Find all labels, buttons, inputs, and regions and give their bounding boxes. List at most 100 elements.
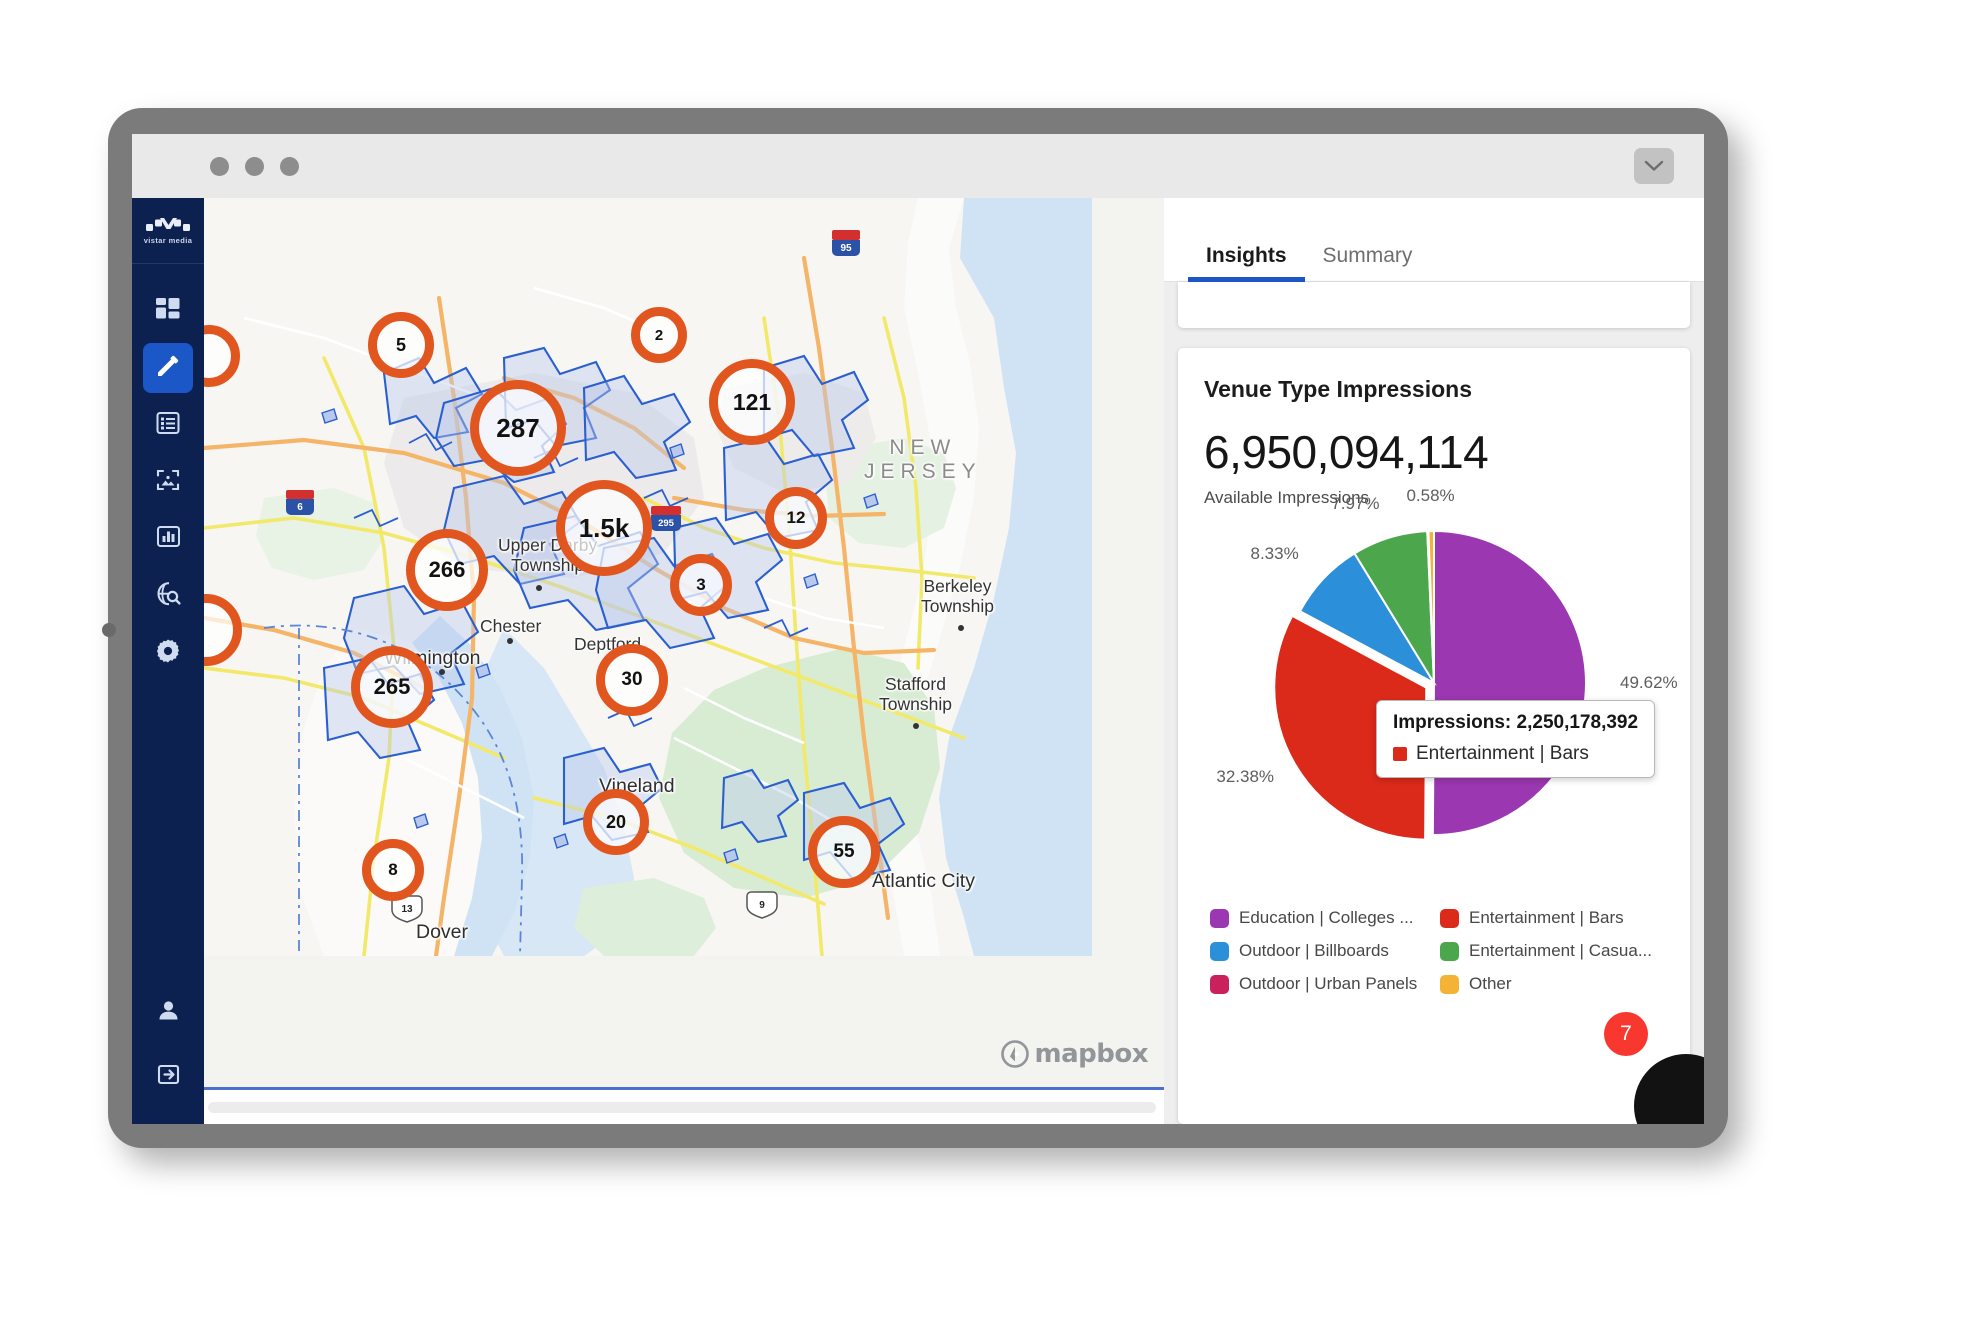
tab-insights[interactable]: Insights [1188,244,1305,282]
application-body: vistar media 95 6 295 13 9 NEW JERSEY Up… [132,198,1704,1124]
bar-chart-icon [156,524,181,554]
chevron-down-icon[interactable] [1634,148,1674,184]
legend-color-swatch [1440,908,1459,928]
total-impressions-label: Available Impressions [1204,488,1370,507]
dashboard-grid-icon [155,296,181,327]
tooltip-color-swatch [1393,747,1407,761]
window-control-dots [210,156,299,176]
nav-item-reports[interactable] [143,514,193,564]
tablet-device-frame: vistar media 95 6 295 13 9 NEW JERSEY Up… [102,108,1728,1148]
pie-slice[interactable] [1431,529,1587,836]
logo-text: vistar media [143,236,193,245]
map-cluster-marker[interactable]: 20 [583,789,649,855]
app-logo[interactable]: vistar media [132,198,204,264]
svg-text:9: 9 [759,900,765,911]
list-details-icon [155,410,181,441]
chat-unread-badge[interactable]: 7 [1604,1012,1648,1056]
map-cluster-marker[interactable]: 3 [670,554,732,616]
nav-secondary-items [143,988,193,1102]
mapbox-attribution: mapbox [1000,1039,1149,1069]
legend-item-label: Outdoor | Urban Panels [1239,974,1418,993]
legend-item-label: Entertainment | Bars [1469,908,1624,927]
tooltip-value: Impressions: 2,250,178,392 [1393,712,1639,733]
nav-primary-items [143,286,193,678]
route-shield-95: 95 [832,230,860,256]
svg-text:6: 6 [297,502,303,513]
nav-item-edit[interactable] [143,343,193,393]
tooltip-label: Entertainment | Bars [1416,743,1589,764]
map-horizontal-scrollbar[interactable] [204,1090,1164,1124]
nav-item-creatives[interactable] [143,457,193,507]
route-shield-295: 295 [651,506,681,531]
map-cluster-marker[interactable]: 1.5k [556,480,652,576]
map-canvas[interactable]: 95 6 295 13 9 NEW JERSEY Upper Darby Tow… [204,198,1164,1090]
route-shield-6: 6 [286,490,314,515]
map-cluster-marker[interactable]: 287 [470,380,566,476]
map-cluster-marker[interactable]: 30 [596,644,668,716]
logout-icon [156,1062,181,1092]
pie-legend: Education | Colleges ... Entertainment | … [1204,902,1664,1020]
map-cluster-marker[interactable]: 5 [368,312,434,378]
venue-type-impressions-card: Venue Type Impressions 6,950,094,114 Ava… [1178,348,1690,1124]
page-title: Venue Type Impressions [1204,376,1473,402]
map-cluster-marker[interactable]: 266 [406,529,488,611]
legend-color-swatch [1440,941,1459,961]
user-account-icon [156,998,181,1028]
total-impressions-value: 6,950,094,114 [1204,426,1489,478]
map-cluster-marker[interactable]: 55 [808,816,880,888]
nav-item-list[interactable] [143,400,193,450]
legend-item[interactable]: Entertainment | Casua... [1440,941,1664,961]
insights-panel: Insights Summary Venue Type Impressions … [1164,198,1704,1124]
map-cluster-marker[interactable]: 12 [765,487,827,549]
vistar-logo-mark [146,218,190,231]
nav-item-dashboard[interactable] [143,286,193,336]
scrollbar-track[interactable] [208,1101,1156,1113]
nav-item-settings[interactable] [143,628,193,678]
legend-color-swatch [1210,974,1229,994]
tab-summary[interactable]: Summary [1305,244,1431,281]
device-screen: vistar media 95 6 295 13 9 NEW JERSEY Up… [132,134,1704,1124]
pie-chart[interactable] [1224,520,1644,850]
device-side-button [102,623,116,637]
pencil-edit-icon [155,352,182,384]
nav-item-explore[interactable] [143,571,193,621]
legend-item[interactable]: Entertainment | Bars [1440,908,1664,928]
window-dot[interactable] [245,156,264,176]
gear-settings-icon [155,638,181,669]
route-shield-9: 9 [746,891,778,919]
nav-item-account[interactable] [143,988,193,1038]
map-cluster-marker[interactable]: 2 [631,307,687,363]
pie-chart-area[interactable]: 49.62% 32.38% 8.33% 7.97% 0.58% Impressions:… [1204,486,1678,902]
legend-item-label: Outdoor | Billboards [1239,941,1389,960]
image-placeholder-icon [155,467,181,498]
map-cluster-marker[interactable]: 8 [362,839,424,901]
mapbox-wordmark: mapbox [1034,1039,1149,1069]
legend-item-label: Other [1469,974,1512,993]
map-cluster-marker[interactable]: 265 [351,646,433,728]
window-titlebar [132,134,1704,198]
legend-item[interactable]: Outdoor | Billboards [1210,941,1434,961]
filters-card[interactable] [1178,282,1690,328]
legend-color-swatch [1440,974,1459,994]
svg-text:13: 13 [401,904,413,915]
left-sidebar-nav: vistar media [132,198,204,1124]
legend-item-label: Education | Colleges ... [1239,908,1414,927]
mapbox-logo-icon [1000,1040,1029,1068]
legend-item[interactable]: Other [1440,974,1664,994]
legend-item[interactable]: Education | Colleges ... [1210,908,1434,928]
legend-item-label: Entertainment | Casua... [1469,941,1653,960]
globe-search-icon [155,580,182,612]
insights-tabs-bar: Insights Summary [1164,198,1704,282]
pie-tooltip: Impressions: 2,250,178,392 Entertainment… [1376,700,1656,778]
svg-text:95: 95 [840,243,852,254]
legend-color-swatch [1210,941,1229,961]
nav-item-logout[interactable] [143,1052,193,1102]
map-panel[interactable]: 95 6 295 13 9 NEW JERSEY Upper Darby Tow… [204,198,1164,1124]
legend-color-swatch [1210,908,1229,928]
window-dot[interactable] [210,156,229,176]
map-cluster-marker[interactable]: 121 [709,359,795,445]
window-dot[interactable] [280,156,299,176]
legend-item[interactable]: Outdoor | Urban Panels [1210,974,1434,994]
tooltip-series: Entertainment | Bars [1393,743,1638,765]
svg-text:295: 295 [658,518,675,529]
